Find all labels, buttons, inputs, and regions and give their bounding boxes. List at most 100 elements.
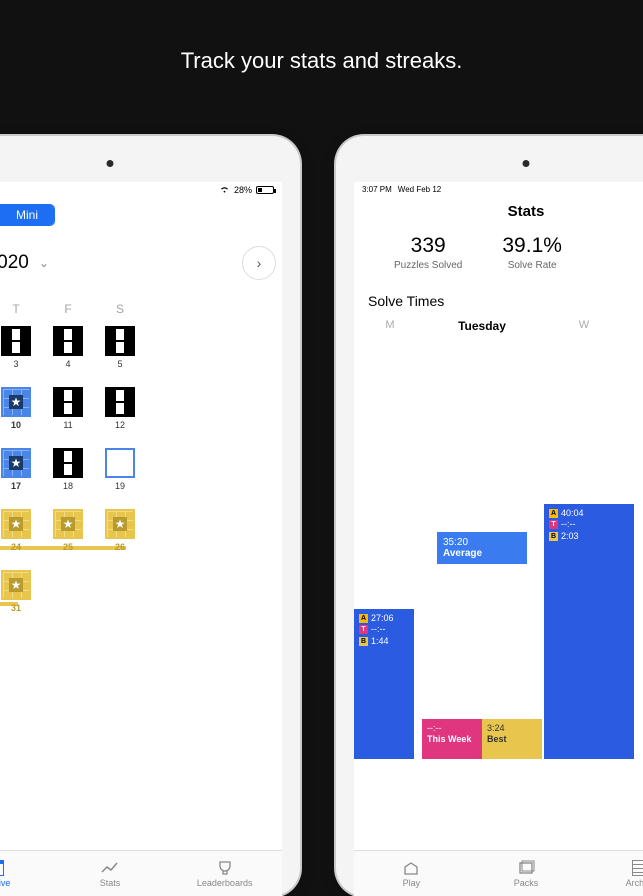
chart-day-labels: M Tuesday W (354, 319, 643, 333)
day-cell[interactable]: ★ 25 (52, 509, 84, 552)
archive-icon (632, 860, 643, 876)
wifi-icon (219, 185, 230, 195)
puzzle-icon: ★ (53, 509, 83, 539)
month-picker[interactable]: ruary 2020 ⌄ › (0, 240, 282, 298)
day-num: 3 (13, 359, 18, 369)
screen-stats: 3:07 PM Wed Feb 12 Stats 339 Puzzles Sol… (354, 182, 643, 896)
day-cell[interactable]: 11 (52, 387, 84, 430)
tab-label: Play (403, 878, 421, 888)
puzzle-icon (105, 387, 135, 417)
tab-label: Leaderboards (197, 878, 253, 888)
metric-solved: 339 Puzzles Solved (394, 234, 462, 271)
tab-label: Stats (100, 878, 121, 888)
puzzle-icon (53, 387, 83, 417)
headline: Track your stats and streaks. (0, 0, 643, 114)
badge-b: B (359, 637, 368, 646)
time-t: --:-- (561, 519, 576, 530)
camera-dot (523, 160, 530, 167)
badge-t: T (549, 520, 558, 529)
tab-label: Archive (0, 878, 10, 888)
archive-icon (0, 860, 4, 876)
star-icon: ★ (9, 517, 23, 531)
time-t: --:-- (371, 624, 386, 635)
status-bar: 28% (0, 182, 282, 198)
metric-label: Solve Rate (502, 260, 562, 271)
day-cell[interactable]: ★ 10 (0, 387, 32, 430)
avg-label: Average (443, 548, 521, 559)
weekday: S (104, 302, 136, 316)
chart-col-monday: A 27:06 T --:-- B 1:44 (360, 359, 420, 759)
bar-monday: A 27:06 T --:-- B 1:44 (354, 609, 414, 759)
status-time: 3:07 PM (362, 185, 392, 194)
puzzle-icon: ★ (1, 387, 31, 417)
calendar-grid: 2 3 4 5 ★9 ★10 11 12 ★16 ★17 18 19 (0, 326, 282, 613)
solve-times-title: Solve Times (354, 293, 643, 309)
week-label: This Week (427, 734, 477, 745)
star-icon: ★ (9, 456, 23, 470)
best-label: Best (487, 734, 537, 745)
day-num: 19 (115, 481, 125, 491)
avg-time: 35:20 (443, 537, 521, 548)
weekday: T (0, 302, 32, 316)
puzzle-icon (53, 326, 83, 356)
day-cell[interactable]: ★ 24 (0, 509, 32, 552)
puzzle-icon: ★ (1, 448, 31, 478)
day-cell[interactable]: 19 (104, 448, 136, 491)
bar-tue-week: --:-- This Week (422, 719, 482, 759)
bar-tue-average: 35:20 Average (437, 532, 527, 564)
battery-icon (256, 186, 274, 194)
star-icon: ★ (9, 395, 23, 409)
tab-label: Archive (626, 878, 643, 888)
chart-col-wednesday: A 40:04 T --:-- B 2:03 (544, 359, 634, 759)
day-num: 5 (117, 359, 122, 369)
puzzle-icon: ★ (1, 509, 31, 539)
day-num: 11 (63, 420, 72, 430)
day-cell[interactable]: 5 (104, 326, 136, 369)
day-num: 10 (11, 420, 21, 430)
day-num: 24 (11, 542, 21, 552)
badge-t: T (359, 625, 368, 634)
time-b: 1:44 (371, 636, 389, 647)
trophy-icon (216, 860, 234, 876)
day-cell[interactable]: ★26 (104, 509, 136, 552)
star-icon: ★ (113, 517, 127, 531)
day-label: W (544, 319, 624, 333)
puzzle-icon (53, 448, 83, 478)
segment-mini[interactable]: Mini (0, 205, 54, 225)
day-num: 25 (63, 542, 73, 552)
day-cell[interactable]: 12 (104, 387, 136, 430)
tab-bar: Archive Stats Leaderboards (0, 850, 282, 896)
chart-col-tuesday: 35:20 Average --:-- This Week 3:24 Best (422, 359, 542, 759)
puzzle-icon (105, 326, 135, 356)
solve-times-chart[interactable]: A 27:06 T --:-- B 1:44 35:20 Average --:… (354, 339, 643, 759)
weekday: F (52, 302, 84, 316)
play-icon (402, 860, 420, 876)
day-cell[interactable]: ★17 (0, 448, 32, 491)
day-num: 12 (115, 420, 125, 430)
day-cell[interactable]: 18 (52, 448, 84, 491)
day-num: 31 (11, 603, 21, 613)
star-icon: ★ (9, 578, 23, 592)
metrics-row: 339 Puzzles Solved 39.1% Solve Rate (354, 234, 643, 271)
bar-wednesday: A 40:04 T --:-- B 2:03 (544, 504, 634, 759)
puzzle-icon: ★ (1, 570, 31, 600)
day-cell[interactable]: ★ 31 (0, 570, 32, 613)
metric-rate: 39.1% Solve Rate (502, 234, 562, 271)
badge-b: B (549, 532, 558, 541)
next-month-button[interactable]: › (242, 246, 276, 280)
time-a: 27:06 (371, 613, 394, 624)
month-label: ruary 2020 (0, 252, 29, 274)
tablet-right: 3:07 PM Wed Feb 12 Stats 339 Puzzles Sol… (336, 136, 643, 896)
tablet-left: 28% Daily Mini ruary 2020 ⌄ › W T F S 2 … (0, 136, 300, 896)
segment-control[interactable]: Daily Mini (0, 204, 55, 226)
metric-value: 39.1% (502, 234, 562, 258)
badge-a: A (359, 614, 368, 623)
day-num: 18 (63, 481, 73, 491)
badge-a: A (549, 509, 558, 518)
day-label: M (360, 319, 420, 333)
time-b: 2:03 (561, 531, 579, 542)
battery-label: 28% (234, 185, 252, 195)
day-cell[interactable]: 3 (0, 326, 32, 369)
day-cell[interactable]: 4 (52, 326, 84, 369)
packs-icon (517, 860, 535, 876)
